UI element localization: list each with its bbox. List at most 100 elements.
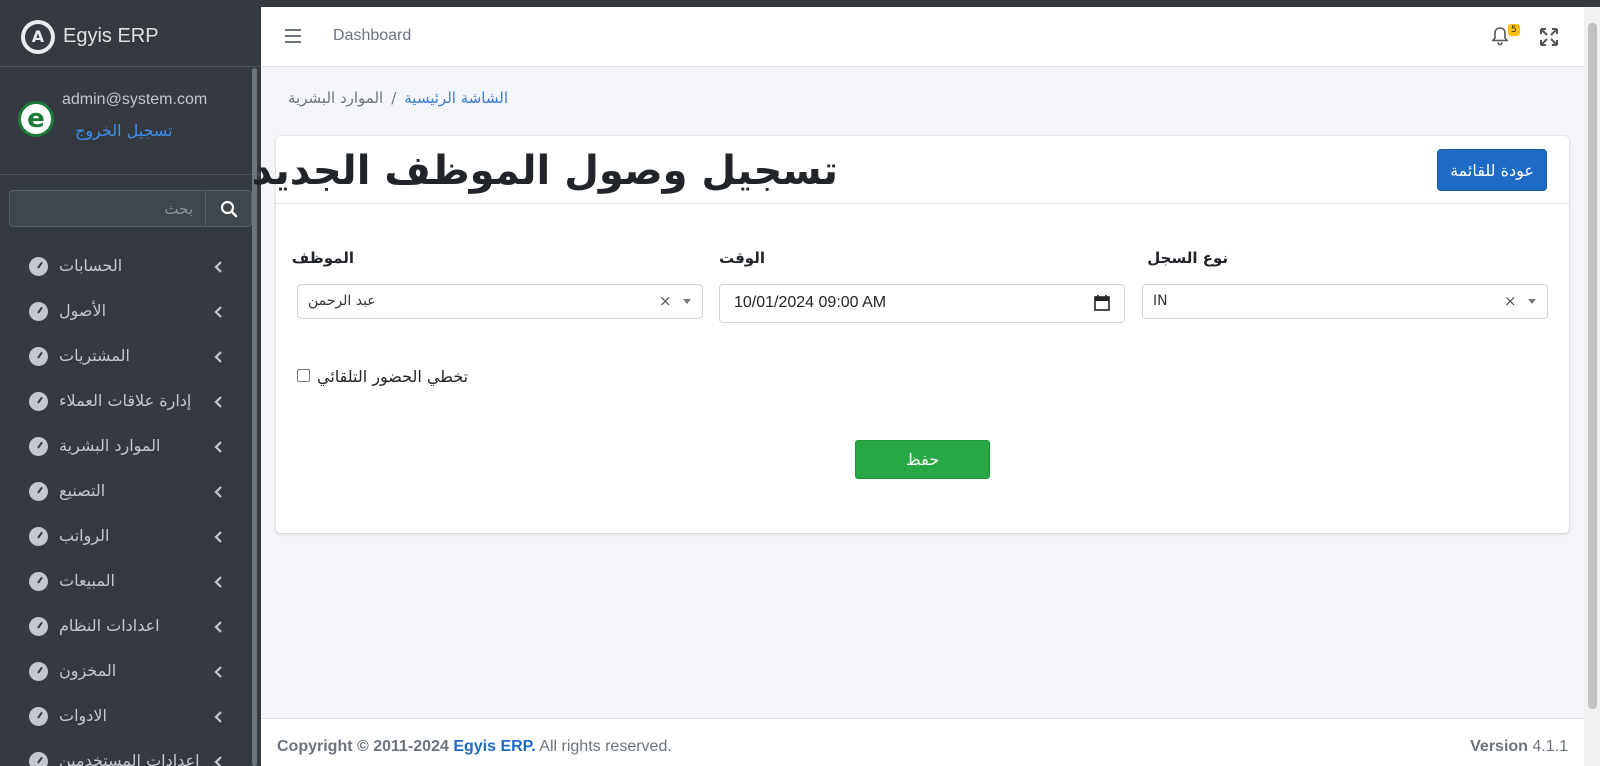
sidebar-search: [9, 190, 252, 227]
top-strip: [0, 0, 1600, 7]
dashboard-gauge-icon: [29, 302, 48, 321]
sidebar-item-label: اعدادات النظام: [59, 616, 160, 635]
fullscreen-icon[interactable]: [1538, 26, 1560, 48]
sidebar-item[interactable]: الموارد البشرية: [0, 425, 252, 470]
sidebar-item[interactable]: اعدادات النظام: [0, 605, 252, 650]
footer-rights: All rights reserved.: [539, 738, 672, 755]
notification-badge: 5: [1508, 24, 1520, 36]
sidebar-item-label: إدارة علاقات العملاء: [59, 391, 192, 410]
header-dashboard-link[interactable]: Dashboard: [333, 27, 411, 45]
record-type-select[interactable]: IN ×: [1142, 284, 1548, 319]
sidebar-item[interactable]: اعدادات المستخدمين: [0, 740, 252, 766]
breadcrumb-home[interactable]: الشاشة الرئيسية: [404, 89, 508, 107]
sidebar-item[interactable]: التصنيع: [0, 470, 252, 515]
sidebar-search-button[interactable]: [205, 190, 252, 227]
dashboard-gauge-icon: [29, 482, 48, 501]
sidebar-item[interactable]: المخزون: [0, 650, 252, 695]
sidebar-item-label: الأصول: [59, 301, 107, 320]
footer-brand-link[interactable]: Egyis ERP.: [453, 738, 535, 755]
user-panel: e admin@system.com تسجيل الخروج: [0, 67, 261, 175]
dashboard-gauge-icon: [29, 257, 48, 276]
record-type-arrow-icon: [1528, 299, 1536, 304]
dashboard-gauge-icon: [29, 392, 48, 411]
sidebar-item-label: اعدادات المستخدمين: [59, 751, 200, 766]
footer-version-number: 4.1.1: [1532, 738, 1568, 755]
user-email[interactable]: admin@system.com: [62, 91, 207, 109]
brand-logo-icon: A: [21, 19, 55, 54]
sidebar-item-label: الرواتب: [59, 526, 110, 545]
record-type-clear-icon[interactable]: ×: [1504, 292, 1517, 310]
footer-version-label: Version: [1470, 738, 1528, 755]
dashboard-gauge-icon: [29, 707, 48, 726]
chevron-left-icon: [214, 486, 222, 498]
avatar: e: [18, 101, 54, 137]
sidebar-nav: الحسابات الأصول المشتريات إدارة علاقات العم…: [0, 245, 252, 766]
sidebar-item-label: المبيعات: [59, 571, 115, 590]
back-to-list-button[interactable]: عودة للقائمة: [1437, 149, 1547, 191]
brand-link[interactable]: A Egyis ERP: [0, 7, 261, 67]
sidebar-item[interactable]: المشتريات: [0, 335, 252, 380]
page-scrollbar-thumb[interactable]: [1588, 23, 1597, 709]
attendance-card: تسجيل وصول الموظف الجديد عودة للقائمة ال…: [251, 136, 1569, 533]
record-type-label: نوع السجل: [1147, 249, 1228, 267]
chevron-left-icon: [214, 396, 222, 408]
dashboard-gauge-icon: [29, 347, 48, 366]
employee-select-value: عبد الرحمن: [308, 293, 376, 309]
chevron-left-icon: [214, 531, 222, 543]
breadcrumb: الشاشة الرئيسية / الموارد البشرية: [277, 86, 508, 110]
dashboard-gauge-icon: [29, 572, 48, 591]
sidebar-item[interactable]: المبيعات: [0, 560, 252, 605]
chevron-left-icon: [214, 261, 222, 273]
sidebar-item-label: المخزون: [59, 661, 117, 680]
employee-arrow-icon: [683, 299, 691, 304]
chevron-left-icon: [214, 441, 222, 453]
menu-toggle-icon[interactable]: [285, 29, 301, 43]
chevron-left-icon: [214, 666, 222, 678]
chevron-left-icon: [214, 756, 222, 766]
sidebar-item-label: المشتريات: [59, 346, 130, 365]
search-icon: [220, 200, 237, 217]
sidebar-item[interactable]: الحسابات: [0, 245, 252, 290]
brand-name: Egyis ERP: [63, 25, 159, 47]
sidebar: A Egyis ERP e admin@system.com تسجيل الخ…: [0, 7, 261, 766]
breadcrumb-current: الموارد البشرية: [288, 89, 384, 107]
logout-link[interactable]: تسجيل الخروج: [75, 121, 173, 140]
skip-auto-attendance-checkbox[interactable]: [297, 369, 310, 382]
employee-clear-icon[interactable]: ×: [659, 292, 672, 310]
calendar-icon[interactable]: [1094, 295, 1110, 311]
footer: Copyright © 2011-2024 Egyis ERP. All rig…: [261, 718, 1584, 766]
card-header: تسجيل وصول الموظف الجديد عودة للقائمة: [251, 136, 1569, 204]
avatar-letter: e: [27, 104, 45, 134]
brand-logo-letter: A: [25, 23, 51, 50]
breadcrumb-separator: /: [391, 89, 397, 107]
sidebar-item-label: الحسابات: [59, 256, 123, 275]
sidebar-item[interactable]: الرواتب: [0, 515, 252, 560]
footer-copyright-prefix: Copyright © 2011-2024: [277, 738, 449, 755]
sidebar-item-label: الموارد البشرية: [59, 436, 161, 455]
dashboard-gauge-icon: [29, 617, 48, 636]
dashboard-gauge-icon: [29, 662, 48, 681]
time-input-value: 10/01/2024 09:00 AM: [734, 294, 887, 311]
save-button[interactable]: حفظ: [855, 440, 990, 479]
sidebar-item-label: الادوات: [59, 706, 107, 725]
dashboard-gauge-icon: [29, 752, 48, 766]
sidebar-item[interactable]: إدارة علاقات العملاء: [0, 380, 252, 425]
sidebar-item[interactable]: الادوات: [0, 695, 252, 740]
footer-version: Version 4.1.1: [1470, 738, 1568, 756]
chevron-left-icon: [214, 306, 222, 318]
dashboard-gauge-icon: [29, 527, 48, 546]
skip-auto-attendance: تخطي الحضور التلقائي: [297, 367, 468, 391]
sidebar-item[interactable]: الأصول: [0, 290, 252, 335]
employee-label: الموظف: [291, 249, 354, 267]
footer-copyright: Copyright © 2011-2024 Egyis ERP. All rig…: [277, 738, 672, 756]
sidebar-search-input[interactable]: [9, 190, 205, 227]
chevron-left-icon: [214, 351, 222, 363]
chevron-left-icon: [214, 576, 222, 588]
employee-select[interactable]: عبد الرحمن ×: [297, 284, 703, 319]
time-input[interactable]: 10/01/2024 09:00 AM: [719, 284, 1125, 323]
time-label: الوقت: [719, 249, 765, 267]
page-scrollbar[interactable]: [1584, 7, 1600, 766]
main-header: Dashboard 5: [261, 7, 1584, 67]
page-title: تسجيل وصول الموظف الجديد: [251, 148, 838, 194]
skip-auto-attendance-label[interactable]: تخطي الحضور التلقائي: [317, 367, 468, 386]
